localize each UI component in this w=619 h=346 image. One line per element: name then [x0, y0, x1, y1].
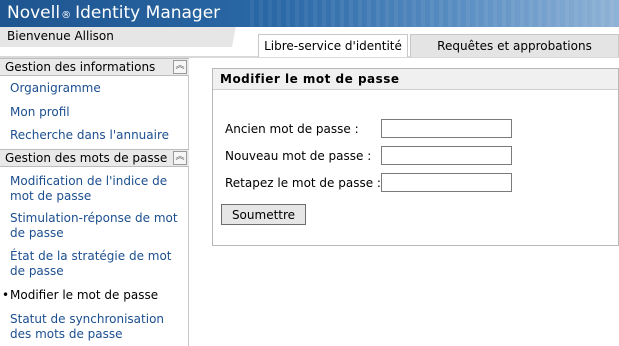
header-decoration	[250, 0, 619, 27]
section-title: Gestion des mots de passe	[5, 151, 168, 165]
welcome-text: Bienvenue Allison	[7, 29, 114, 43]
product-name: Identity Manager	[75, 3, 221, 23]
sidebar-item-stimulation-reponse[interactable]: Stimulation-réponse de mot de passe	[10, 211, 186, 241]
confirm-password-label: Retapez le mot de passe :	[225, 176, 381, 190]
current-item-bullet-icon: •	[2, 288, 10, 302]
collapse-up-icon[interactable]: ︽	[173, 151, 187, 165]
sidebar-item-indice-mot-de-passe[interactable]: Modification de l'indice de mot de passe	[10, 174, 186, 204]
confirm-password-field[interactable]	[381, 173, 512, 192]
section-header-gestion-informations[interactable]: Gestion des informations ︽	[0, 58, 189, 76]
panel-title: Modifier le mot de passe	[213, 69, 618, 90]
collapse-up-icon[interactable]: ︽	[173, 60, 187, 74]
submit-button[interactable]: Soumettre	[221, 204, 306, 225]
app-title: Novell® Identity Manager	[7, 2, 220, 27]
old-password-field[interactable]	[381, 119, 512, 138]
app-header: Novell® Identity Manager	[0, 0, 619, 27]
old-password-label: Ancien mot de passe :	[225, 122, 359, 136]
tab-requetes-approbations[interactable]: Requêtes et approbations	[410, 34, 619, 57]
registered-mark: ®	[61, 10, 72, 21]
new-password-label: Nouveau mot de passe :	[225, 149, 372, 163]
tab-libre-service[interactable]: Libre-service d'identité	[258, 34, 408, 57]
sidebar-item-modifier-mot-de-passe[interactable]: • Modifier le mot de passe	[2, 288, 186, 303]
sidebar-item-mon-profil[interactable]: Mon profil	[10, 105, 186, 120]
section-header-gestion-mots-de-passe[interactable]: Gestion des mots de passe ︽	[0, 149, 189, 167]
sidebar: Gestion des informations ︽ Organigramme …	[0, 58, 189, 346]
sidebar-item-etat-strategie[interactable]: État de la stratégie de mot de passe	[10, 249, 186, 279]
sidebar-item-organigramme[interactable]: Organigramme	[10, 81, 186, 96]
sidebar-item-recherche-annuaire[interactable]: Recherche dans l'annuaire	[10, 128, 186, 143]
sidebar-item-statut-synchronisation[interactable]: Statut de synchronisation des mots de pa…	[10, 312, 186, 342]
section-title: Gestion des informations	[5, 60, 156, 74]
new-password-field[interactable]	[381, 146, 512, 165]
sidebar-item-label: Modifier le mot de passe	[10, 288, 159, 302]
change-password-panel: Modifier le mot de passe Ancien mot de p…	[212, 68, 619, 246]
brand-name: Novell	[7, 3, 61, 23]
